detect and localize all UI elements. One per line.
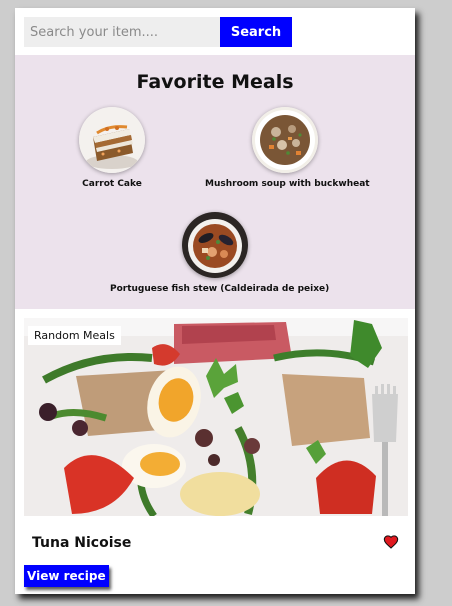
search-bar: Search xyxy=(24,17,292,47)
favorite-meal-carrot-cake[interactable]: Carrot Cake xyxy=(67,107,157,189)
meal-name: Tuna Nicoise xyxy=(32,535,132,551)
fish-stew-image[interactable] xyxy=(182,212,248,278)
favorite-meals-section: Favorite Meals Carrot Cake Mushroom soup… xyxy=(15,55,415,309)
tuna-nicoise-image[interactable] xyxy=(24,318,408,516)
search-input[interactable] xyxy=(24,17,220,47)
app-container: Search Favorite Meals Ca xyxy=(15,8,415,594)
favorite-meal-mushroom-soup[interactable]: Mushroom soup with buckwheat xyxy=(205,107,370,189)
heart-icon[interactable] xyxy=(383,534,399,550)
random-meals-tag: Random Meals xyxy=(28,326,121,345)
mushroom-soup-image[interactable] xyxy=(252,107,318,173)
view-recipe-button[interactable]: View recipe xyxy=(24,565,109,587)
random-meal-card: Random Meals Tuna Nicoise View recipe xyxy=(24,318,408,588)
favorite-meal-label: Portuguese fish stew (Caldeirada de peix… xyxy=(110,284,330,294)
search-button[interactable]: Search xyxy=(220,17,292,47)
carrot-cake-image[interactable] xyxy=(79,107,145,173)
favorite-meal-label: Carrot Cake xyxy=(82,179,142,189)
favorite-meal-fish-stew[interactable]: Portuguese fish stew (Caldeirada de peix… xyxy=(110,212,330,294)
favorite-meal-label: Mushroom soup with buckwheat xyxy=(205,179,370,189)
favorites-title: Favorite Meals xyxy=(136,71,294,93)
